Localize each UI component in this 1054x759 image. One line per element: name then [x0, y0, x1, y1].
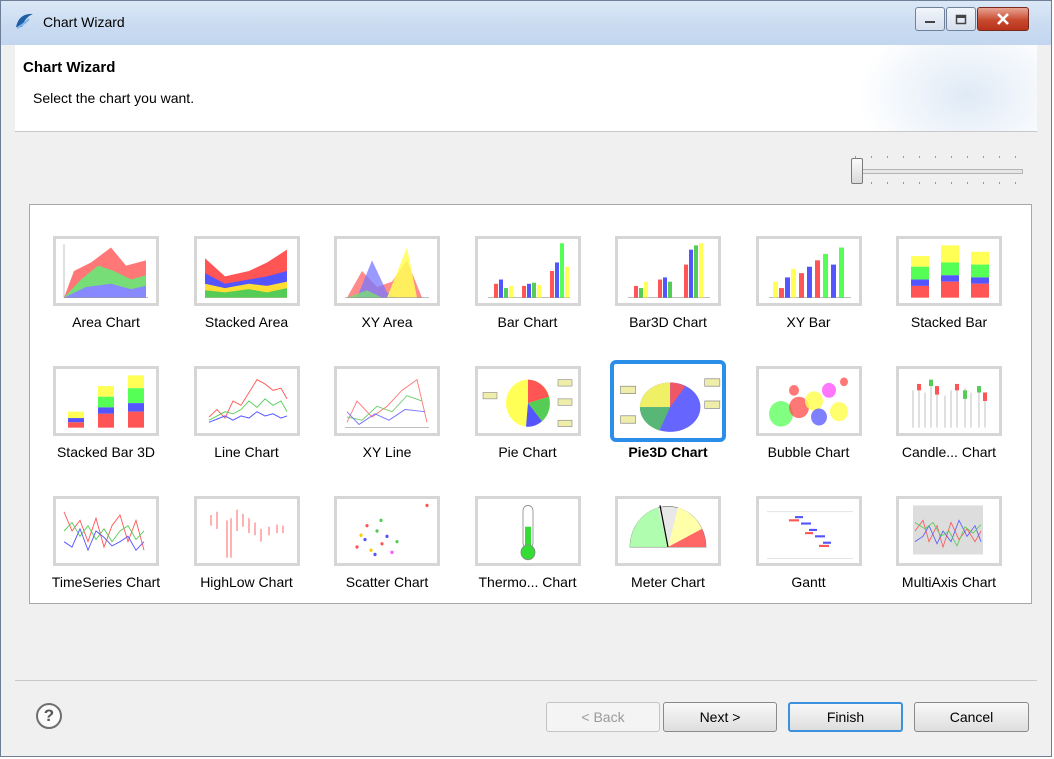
chart-option-label: Stacked Area	[204, 314, 289, 330]
chart-option[interactable]: Pie3D Chart	[608, 360, 728, 476]
stacked-bar-3d-thumbnail[interactable]	[53, 366, 159, 436]
chart-option[interactable]: XY Bar	[749, 230, 869, 346]
scatter-chart-thumbnail[interactable]	[334, 496, 440, 566]
chart-type-grid: Area Chart Stacked Area XY Area Bar Chart Ba…	[29, 204, 1032, 604]
thermometer-chart-thumbnail[interactable]	[474, 496, 581, 566]
chart-option[interactable]: Scatter Chart	[327, 490, 447, 606]
chart-option[interactable]: Pie Chart	[468, 360, 588, 476]
chart-option-label: XY Bar	[786, 314, 831, 330]
chart-option[interactable]: TimeSeries Chart	[46, 490, 166, 606]
multiaxis-chart-thumbnail[interactable]	[896, 496, 1002, 566]
close-icon	[997, 13, 1009, 25]
xy-bar-thumbnail[interactable]	[755, 236, 862, 306]
title-bar[interactable]: Chart Wizard	[1, 1, 1051, 45]
chart-option-label: Stacked Bar 3D	[56, 444, 156, 460]
chart-option-label: Bubble Chart	[767, 444, 850, 460]
cancel-button[interactable]: Cancel	[914, 702, 1029, 732]
highlow-chart-thumbnail[interactable]	[193, 496, 300, 566]
chart-option-label: Meter Chart	[631, 574, 705, 590]
xy-area-thumbnail[interactable]	[334, 236, 440, 306]
chart-option-label: Thermo... Chart	[478, 574, 577, 590]
chart-option-label: Candle... Chart	[901, 444, 997, 460]
chart-option-label: XY Line	[362, 444, 412, 460]
candlestick-chart-thumbnail[interactable]	[896, 366, 1002, 436]
stacked-area-thumbnail[interactable]	[193, 236, 300, 306]
xy-line-thumbnail[interactable]	[334, 366, 440, 436]
chart-option[interactable]: Candle... Chart	[889, 360, 1009, 476]
slider-track[interactable]	[853, 169, 1023, 174]
chart-option[interactable]: Bar Chart	[468, 230, 588, 346]
thumbnail-size-slider[interactable]	[847, 156, 1023, 184]
chart-option-label: Bar3D Chart	[629, 314, 707, 330]
header-decoration	[857, 45, 1037, 131]
stacked-bar-thumbnail[interactable]	[896, 236, 1002, 306]
minimize-icon	[925, 21, 935, 23]
page-description: Select the chart you want.	[33, 90, 195, 106]
chart-option[interactable]: Area Chart	[46, 230, 166, 346]
bar3d-chart-thumbnail[interactable]	[615, 236, 721, 306]
chart-option[interactable]: Stacked Area	[187, 230, 307, 346]
chart-option[interactable]: Gantt	[749, 490, 869, 606]
chart-option[interactable]: XY Area	[327, 230, 447, 346]
window-title: Chart Wizard	[43, 14, 125, 30]
chart-option-label: MultiAxis Chart	[901, 574, 997, 590]
slider-ticks-bottom	[855, 182, 1023, 184]
minimize-button[interactable]	[915, 7, 945, 31]
slider-thumb[interactable]	[851, 158, 863, 184]
footer-separator	[15, 680, 1037, 681]
page-title: Chart Wizard	[23, 59, 116, 76]
chart-option-label: Pie Chart	[498, 444, 557, 460]
chart-option[interactable]: Stacked Bar 3D	[46, 360, 166, 476]
area-chart-thumbnail[interactable]	[53, 236, 159, 306]
wizard-header: Chart Wizard Select the chart you want.	[15, 45, 1037, 132]
close-button[interactable]	[977, 7, 1029, 31]
chart-option-label: XY Area	[361, 314, 413, 330]
chart-option[interactable]: Bar3D Chart	[608, 230, 728, 346]
line-chart-thumbnail[interactable]	[193, 366, 300, 436]
chart-option[interactable]: Stacked Bar	[889, 230, 1009, 346]
chart-option-label: Scatter Chart	[345, 574, 429, 590]
help-icon[interactable]: ?	[36, 703, 62, 729]
chart-option-label: Stacked Bar	[910, 314, 988, 330]
meter-chart-thumbnail[interactable]	[615, 496, 721, 566]
chart-option[interactable]: Bubble Chart	[749, 360, 869, 476]
maximize-button[interactable]	[946, 7, 976, 31]
chart-option[interactable]: Thermo... Chart	[468, 490, 588, 606]
chart-option[interactable]: Meter Chart	[608, 490, 728, 606]
chart-option-label: Bar Chart	[497, 314, 558, 330]
gantt-chart-thumbnail[interactable]	[755, 496, 862, 566]
bubble-chart-thumbnail[interactable]	[755, 366, 862, 436]
chart-option-label: TimeSeries Chart	[51, 574, 161, 590]
finish-button[interactable]: Finish	[788, 702, 903, 732]
pie-chart-thumbnail[interactable]	[474, 366, 581, 436]
pie3d-chart-thumbnail[interactable]	[610, 360, 726, 442]
next-button[interactable]: Next >	[663, 702, 777, 732]
maximize-icon	[955, 14, 967, 24]
chart-option-label: Line Chart	[214, 444, 279, 460]
bar-chart-thumbnail[interactable]	[474, 236, 581, 306]
chart-option-label: Area Chart	[72, 314, 140, 330]
chart-option-label: HighLow Chart	[200, 574, 293, 590]
chart-option[interactable]: Line Chart	[187, 360, 307, 476]
chart-option[interactable]: MultiAxis Chart	[889, 490, 1009, 606]
chart-wizard-window: Chart Wizard Chart Wizard Select the cha…	[0, 0, 1052, 757]
eclipse-app-icon	[16, 13, 33, 29]
chart-option[interactable]: XY Line	[327, 360, 447, 476]
chart-option-label: Pie3D Chart	[628, 444, 708, 460]
back-button[interactable]: < Back	[546, 702, 660, 732]
wizard-content: Area Chart Stacked Area XY Area Bar Chart Ba…	[15, 132, 1037, 680]
slider-ticks-top	[855, 156, 1023, 158]
chart-option[interactable]: HighLow Chart	[187, 490, 307, 606]
timeseries-chart-thumbnail[interactable]	[53, 496, 159, 566]
chart-option-label: Gantt	[791, 574, 826, 590]
